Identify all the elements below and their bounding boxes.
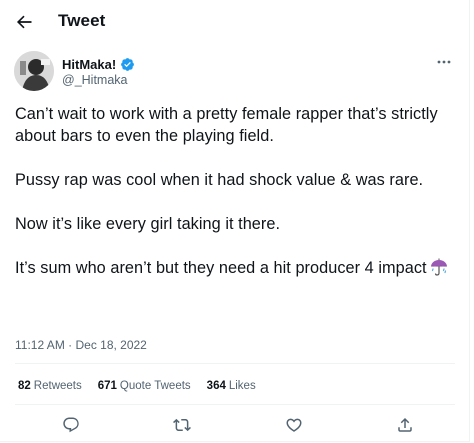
likes-label: Likes xyxy=(228,380,256,392)
retweets-label: Retweets xyxy=(33,380,82,392)
retweets-stat[interactable]: 82 Retweets xyxy=(18,380,82,392)
action-bar xyxy=(0,410,469,440)
tweet-paragraph: Pussy rap was cool when it had shock val… xyxy=(15,171,424,189)
tweet-stats: 82 Retweets 671 Quote Tweets 364 Likes xyxy=(18,380,256,392)
tweet-timestamp[interactable]: 11:12 AM · Dec 18, 2022 xyxy=(15,338,147,352)
tweet-paragraph: Can’t wait to work with a pretty female … xyxy=(15,105,438,145)
share-button[interactable] xyxy=(393,413,417,437)
author-name[interactable]: HitMaka! xyxy=(62,57,116,72)
back-button[interactable] xyxy=(8,6,40,38)
like-icon xyxy=(286,418,302,432)
share-icon xyxy=(398,417,412,432)
likes-stat[interactable]: 364 Likes xyxy=(207,380,256,392)
header-bar: Tweet xyxy=(0,0,469,44)
quotes-label: Quote Tweets xyxy=(119,380,191,392)
retweet-button[interactable] xyxy=(170,413,194,437)
more-options-button[interactable] xyxy=(433,53,455,71)
like-button[interactable] xyxy=(282,413,306,437)
divider xyxy=(15,363,455,364)
retweet-icon xyxy=(173,418,191,432)
tweet-paragraph-last: It’s sum who aren’t but they need a hit … xyxy=(15,257,455,279)
author-handle[interactable]: @_Hitmaka xyxy=(62,73,128,87)
avatar[interactable] xyxy=(14,51,54,91)
reply-icon xyxy=(63,417,79,433)
author-name-row[interactable]: HitMaka! xyxy=(62,57,135,72)
reply-button[interactable] xyxy=(59,413,83,437)
page-title: Tweet xyxy=(58,11,106,30)
verified-badge-icon xyxy=(121,58,135,71)
tweet-text: Can’t wait to work with a pretty female … xyxy=(15,103,455,279)
retweets-count: 82 xyxy=(18,380,31,392)
quotes-count: 671 xyxy=(97,380,117,392)
divider xyxy=(15,404,455,405)
tweet-paragraph: It’s sum who aren’t but they need a hit … xyxy=(15,259,427,277)
tweet-paragraph: Now it’s like every girl taking it there… xyxy=(15,215,281,233)
quote-tweets-stat[interactable]: 671 Quote Tweets xyxy=(98,380,191,392)
more-dots-icon xyxy=(437,60,451,64)
arrow-left-icon xyxy=(16,15,32,29)
likes-count: 364 xyxy=(206,380,226,392)
umbrella-rain-icon xyxy=(430,258,447,276)
tweet-page: Tweet HitMaka! @_Hitmaka Can’t wait to w… xyxy=(0,0,470,442)
